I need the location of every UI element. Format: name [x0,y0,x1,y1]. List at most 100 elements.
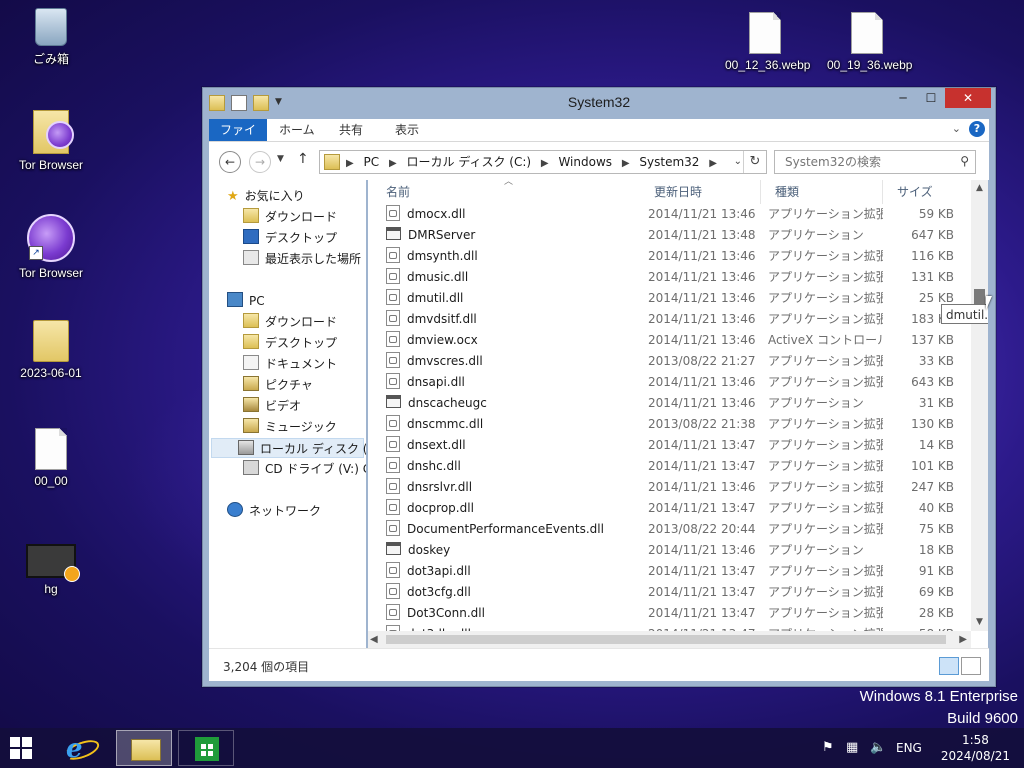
breadcrumb-separator-icon[interactable]: ▶ [709,158,717,169]
table-row[interactable]: dmutil.dll 2014/11/21 13:46 アプリケーション拡張 25 K… [368,288,968,309]
caption-buttons: ─ ☐ ✕ [889,88,991,108]
table-row[interactable]: doskey 2014/11/21 13:46 アプリケーション 18 KB [368,540,968,561]
maximize-button[interactable]: ☐ [917,88,945,108]
help-icon[interactable]: ? [969,121,985,137]
minimize-button[interactable]: ─ [889,88,917,108]
ribbon-expand-icon[interactable]: ⌄ [952,122,961,135]
desktop-icon-webp-2[interactable]: 00_19_36.webp [827,12,912,72]
refresh-icon[interactable]: ↻ [743,151,766,173]
network-icon[interactable]: ▦ [846,740,858,755]
file-name-text: doskey [408,543,451,557]
desktop-icon-tor-browser-shortcut[interactable]: ↗ Tor Browser [11,214,91,280]
status-bar: 3,204 個の項目 [209,648,989,681]
table-row[interactable]: dnsext.dll 2014/11/21 13:47 アプリケーション拡張 14 K… [368,435,968,456]
vertical-scrollbar[interactable]: ▲ ▼ [971,180,988,631]
search-input[interactable] [783,154,947,170]
taskbar-file-explorer[interactable] [116,730,172,766]
tree-pc-downloads[interactable]: ダウンロード [243,312,337,332]
scroll-left-icon[interactable]: ◀ [370,631,378,648]
recent-locations-icon[interactable]: ▼ [277,154,284,164]
tab-home[interactable]: ホーム [269,119,325,141]
table-row[interactable]: docprop.dll 2014/11/21 13:47 アプリケーション拡張 40 … [368,498,968,519]
desktop-icon-video-hg[interactable]: hg [11,536,91,596]
table-row[interactable]: dmview.ocx 2014/11/21 13:46 ActiveX コントロール… [368,330,968,351]
close-button[interactable]: ✕ [945,88,991,108]
tab-share[interactable]: 共有 [329,119,373,141]
tree-pc-documents[interactable]: ドキュメント [243,354,337,374]
title-bar[interactable]: ▼ System32 ─ ☐ ✕ [203,88,995,118]
address-dropdown-icon[interactable]: ⌄ [734,151,742,173]
table-row[interactable]: Dot3Conn.dll 2014/11/21 13:47 アプリケーション拡張 28… [368,603,968,624]
desktop-icon-webp-1[interactable]: 00_12_36.webp [725,12,810,72]
large-icons-view-button[interactable] [961,657,981,675]
tree-fav-downloads[interactable]: ダウンロード [243,207,337,227]
tree-fav-recent[interactable]: 最近表示した場所 [243,249,361,269]
table-row[interactable]: dnshc.dll 2014/11/21 13:47 アプリケーション拡張 101 K… [368,456,968,477]
details-view-button[interactable] [939,657,959,675]
tree-pc-local-disk[interactable]: ローカル ディスク (C:) [211,438,366,458]
tree-network[interactable]: ネットワーク [227,501,321,521]
table-row[interactable]: DMRServer 2014/11/21 13:48 アプリケーション 647 KB [368,225,968,246]
table-row[interactable]: dmsynth.dll 2014/11/21 13:46 アプリケーション拡張 116… [368,246,968,267]
address-bar[interactable]: ▶ PC ▶ ローカル ディスク (C:) ▶ Windows ▶ System… [319,150,767,174]
action-center-flag-icon[interactable]: ⚑ [822,740,834,755]
breadcrumb-separator-icon[interactable]: ▶ [541,158,549,169]
tree-favorites[interactable]: ★ お気に入り [227,186,305,206]
table-row[interactable]: dnsrslvr.dll 2014/11/21 13:46 アプリケーション拡張 24… [368,477,968,498]
breadcrumb-local-disk[interactable]: ローカル ディスク (C:) [407,155,532,169]
taskbar-internet-explorer[interactable]: e [52,730,108,766]
breadcrumb-windows[interactable]: Windows [558,155,612,169]
tree-pc-desktop[interactable]: デスクトップ [243,333,337,353]
file-name: DMRServer [386,225,631,246]
explorer-window[interactable]: ▼ System32 ─ ☐ ✕ ファイル ホーム 共有 表示 ⌄ ? ← → … [202,87,996,687]
tree-pc-cd-drive[interactable]: CD ドライブ (V:) CDR [243,459,366,479]
start-button[interactable] [10,737,32,759]
tab-file[interactable]: ファイル [209,119,267,159]
column-size[interactable]: サイズ [882,180,962,204]
up-button[interactable]: ↑ [297,151,309,167]
table-row[interactable]: dnscmmc.dll 2013/08/22 21:38 アプリケーション拡張 130… [368,414,968,435]
desktop-icon-folder-2023-06-01[interactable]: 2023-06-01 [11,320,91,380]
desktop-icon-tor-browser-folder[interactable]: Tor Browser [11,110,91,172]
clock[interactable]: 1:58 2024/08/21 [941,732,1010,764]
table-row[interactable]: dmusic.dll 2014/11/21 13:46 アプリケーション拡張 131 … [368,267,968,288]
taskbar-store[interactable] [178,730,234,766]
column-date[interactable]: 更新日時 [640,180,760,204]
breadcrumb-separator-icon[interactable]: ▶ [389,158,397,169]
scroll-thumb[interactable] [974,289,985,305]
column-type[interactable]: 種類 [760,180,882,204]
tab-view[interactable]: 表示 [385,119,429,141]
table-row[interactable]: dot3api.dll 2014/11/21 13:47 アプリケーション拡張 91 … [368,561,968,582]
desktop-icon-file-00-00[interactable]: 00_00 [11,428,91,488]
breadcrumb-system32[interactable]: System32 [639,155,699,169]
scroll-right-icon[interactable]: ▶ [959,631,967,648]
back-button[interactable]: ← [219,151,241,173]
table-row[interactable]: dot3cfg.dll 2014/11/21 13:47 アプリケーション拡張 69 … [368,582,968,603]
search-icon[interactable]: ⚲ [960,154,969,168]
dll-file-icon [386,520,400,536]
breadcrumb-separator-icon[interactable]: ▶ [346,158,354,169]
forward-button[interactable]: → [249,151,271,173]
table-row[interactable]: dmocx.dll 2014/11/21 13:46 アプリケーション拡張 59 KB [368,204,968,225]
downloads-folder-icon [243,313,259,328]
table-row[interactable]: dmvscres.dll 2013/08/22 21:27 アプリケーション拡張 33… [368,351,968,372]
desktop-icon-recycle-bin[interactable]: ごみ箱 [11,8,91,67]
tree-pc-pictures[interactable]: ピクチャ [243,375,313,395]
tree-pc[interactable]: PC [227,291,265,311]
table-row[interactable]: dnscacheugc 2014/11/21 13:46 アプリケーション 31 KB [368,393,968,414]
table-row[interactable]: dnsapi.dll 2014/11/21 13:46 アプリケーション拡張 643 … [368,372,968,393]
breadcrumb-separator-icon[interactable]: ▶ [622,158,630,169]
horizontal-scrollbar[interactable]: ◀ ▶ [368,631,971,648]
volume-muted-icon[interactable]: 🔈 [870,740,886,755]
search-box[interactable]: ⚲ [774,150,976,174]
table-row[interactable]: DocumentPerformanceEvents.dll 2013/08/22 … [368,519,968,540]
breadcrumb-pc[interactable]: PC [364,155,380,169]
tree-fav-desktop[interactable]: デスクトップ [243,228,337,248]
table-row[interactable]: dmvdsitf.dll 2014/11/21 13:46 アプリケーション拡張 18… [368,309,968,330]
input-language[interactable]: ENG [896,741,922,755]
scroll-down-icon[interactable]: ▼ [971,614,988,631]
tree-pc-music[interactable]: ミュージック [243,417,337,437]
scroll-thumb[interactable] [386,635,946,644]
scroll-up-icon[interactable]: ▲ [971,180,988,197]
tree-pc-videos[interactable]: ビデオ [243,396,301,416]
